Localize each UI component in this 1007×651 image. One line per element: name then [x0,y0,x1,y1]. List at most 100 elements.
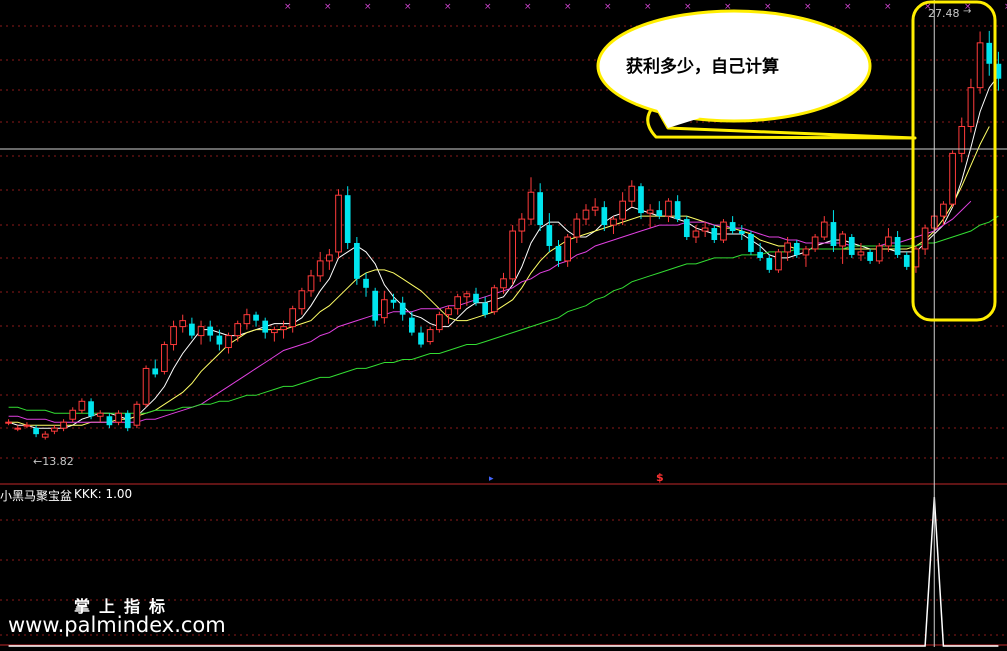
candle [518,213,526,243]
candle-body [289,308,297,328]
candle-body [537,192,544,226]
candle-body [601,207,608,226]
candle [23,422,31,429]
candle-body [463,293,471,298]
candle [298,287,306,315]
candle-body [262,320,269,333]
candle-body [820,221,828,238]
top-marker: × [644,2,652,12]
candle [811,234,819,252]
candle [390,293,397,309]
candle [197,320,205,345]
candle [802,245,810,267]
candle-body [784,242,791,253]
candle-body [454,296,462,310]
candle [253,311,259,327]
candle [124,410,131,432]
candle-body [518,218,526,232]
candle-body [701,227,709,232]
candle-body [949,152,956,205]
candle-body [189,323,195,336]
top-marker: × [684,2,692,12]
candle-body [418,332,424,345]
candle [701,222,709,238]
candle-body [271,329,278,334]
top-marker: × [884,2,892,12]
candle-body [316,260,324,277]
candle-body [78,400,86,411]
candle-body [152,368,159,375]
top-marker: × [764,2,772,12]
top-marker: × [804,2,812,12]
candle [60,419,67,432]
candle-body [775,251,782,271]
top-marker: × [364,2,372,12]
top-markers: ××××××××××××××××××× [284,2,1007,12]
candle [5,419,12,426]
candle [848,234,855,258]
candle-body [335,194,342,253]
marker-s: $ [656,471,664,484]
candle-body [638,186,644,214]
candle-body [133,403,141,426]
candle-body [69,409,77,420]
candle [234,320,242,342]
candle-body [60,421,67,429]
candle-body [473,293,479,303]
candle-body [326,254,333,262]
candle [289,305,297,333]
candle-body [802,248,810,256]
candle [344,186,351,249]
top-marker: × [604,2,612,12]
high-arrow: → [963,6,971,17]
candle-body [409,317,415,333]
candle-body [582,209,590,220]
candle-body [711,228,718,240]
chart-canvas[interactable]: ××××××××××××××××××× ▸$→ [0,0,1007,647]
candle [527,177,535,226]
candle [711,225,718,243]
candle-body [399,302,406,315]
candle-body [967,87,975,127]
candle-body [14,427,22,430]
candle-body [234,323,242,337]
top-marker: × [284,2,292,12]
candle [720,219,727,243]
indicator-name[interactable]: 小黑马聚宝盆 [0,487,72,504]
candle-body [903,254,910,267]
candle-body [527,191,535,220]
candle [207,320,214,342]
candle-body [490,287,498,313]
top-marker: × [524,2,532,12]
candle [949,150,956,208]
candle [766,254,773,273]
candle-body [225,335,232,349]
candle-body [307,275,315,292]
candle-body [161,344,168,372]
candle [628,180,636,208]
candle [243,308,251,330]
candle [189,317,195,339]
candle [381,290,388,324]
candle [399,296,406,321]
top-marker: × [324,2,332,12]
candle-body [509,230,517,280]
candle-body [106,416,113,426]
candle [976,31,984,94]
candle-body [867,251,873,261]
candle [161,341,168,375]
candle [537,183,544,232]
top-marker: × [404,2,412,12]
candle-body [436,314,443,331]
candle-body [555,245,562,261]
candle-body [564,236,571,262]
candle-body [88,401,94,417]
candle [665,198,672,223]
candle [152,359,159,378]
candle [78,398,86,414]
candle-body [482,302,489,315]
candle-body [546,225,553,246]
candle-body [591,206,599,211]
stock-chart[interactable]: ××××××××××××××××××× ▸$→ 27.48 ←13.82 获利多… [0,0,1007,647]
candle-body [738,231,745,235]
